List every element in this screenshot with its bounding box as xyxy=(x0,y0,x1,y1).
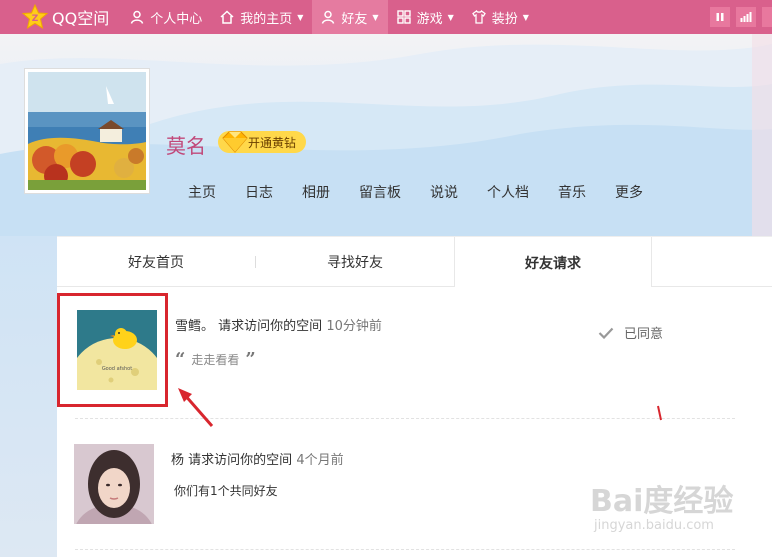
request-time: 10分钟前 xyxy=(326,319,382,334)
tab-friend-requests[interactable]: 好友请求 xyxy=(454,237,652,288)
profile-avatar[interactable] xyxy=(24,68,150,194)
request-message: “ 走走看看 ” xyxy=(175,348,256,370)
profile-navigation: 主页 日志 相册 留言板 说说 个人档 音乐 更多 xyxy=(188,182,672,202)
request-action: 请求访问你的空间 xyxy=(218,319,323,334)
request-status: 已同意 xyxy=(598,323,663,342)
stats-button[interactable] xyxy=(736,7,756,27)
qzone-star-icon: Z xyxy=(22,4,48,30)
grid-icon xyxy=(396,10,411,24)
request-action: 请求访问你的空间 xyxy=(188,453,293,468)
yellow-diamond-icon xyxy=(222,131,248,153)
tab-find-friends[interactable]: 寻找好友 xyxy=(256,237,454,287)
tab-label: 好友请求 xyxy=(525,255,581,272)
nav-label: 我的主页 xyxy=(240,11,293,27)
row-divider xyxy=(75,418,735,419)
nav-personal-center[interactable]: 个人中心 xyxy=(121,0,211,34)
requester-name[interactable]: 雪鳕。 xyxy=(175,319,214,334)
svg-text:Z: Z xyxy=(32,14,39,24)
mutual-friends-text: 你们有1个共同好友 xyxy=(174,484,278,498)
profile-nav-album[interactable]: 相册 xyxy=(302,182,330,202)
profile-nav-music[interactable]: 音乐 xyxy=(558,182,586,202)
person-photo-avatar-image xyxy=(74,444,154,524)
profile-nav-shuoshuo[interactable]: 说说 xyxy=(430,182,458,202)
profile-nav-blog[interactable]: 日志 xyxy=(245,182,273,202)
person-icon xyxy=(130,10,144,24)
nav-label: 个人中心 xyxy=(150,11,203,27)
top-navigation-bar: Z QQ空间 个人中心 我的主页 ▼ 好友 ▼ 游戏 ▼ 装扮 ▼ xyxy=(0,0,772,34)
request-message-text: 走走看看 xyxy=(191,353,240,367)
avatar-painting xyxy=(28,72,146,190)
open-quote-icon: “ xyxy=(175,348,186,370)
red-arrow-annotation xyxy=(178,388,214,427)
friends-tabs: 好友首页 寻找好友 好友请求 xyxy=(57,236,772,288)
nav-friends[interactable]: 好友 ▼ xyxy=(312,0,388,34)
red-highlight-box xyxy=(57,293,168,407)
profile-username: 莫名 xyxy=(166,134,206,158)
requester-name[interactable]: 杨 xyxy=(171,453,184,468)
friends-icon xyxy=(322,10,335,24)
request-avatar[interactable] xyxy=(74,444,154,524)
pause-button[interactable] xyxy=(710,7,730,27)
close-quote-icon: ” xyxy=(245,348,256,370)
nav-label: 游戏 xyxy=(416,11,443,27)
checkmark-icon xyxy=(598,327,614,339)
nav-label: 装扮 xyxy=(491,11,518,27)
status-label: 已同意 xyxy=(624,327,664,342)
nav-dressup[interactable]: 装扮 ▼ xyxy=(463,0,538,34)
profile-nav-home[interactable]: 主页 xyxy=(188,182,216,202)
tab-label: 好友首页 xyxy=(128,255,184,271)
chevron-down-icon: ▼ xyxy=(297,12,304,22)
request-text: 杨 请求访问你的空间 4个月前 xyxy=(171,449,344,468)
pause-icon xyxy=(716,13,724,21)
more-button[interactable] xyxy=(762,7,772,27)
vip-label: 开通黄钻 xyxy=(248,135,297,150)
chevron-down-icon: ▼ xyxy=(522,12,529,22)
request-time: 4个月前 xyxy=(296,453,344,468)
left-background-strip xyxy=(0,236,57,557)
nav-label: 好友 xyxy=(341,11,368,27)
profile-nav-messageboard[interactable]: 留言板 xyxy=(359,182,401,202)
logo-text: QQ空间 xyxy=(52,9,110,28)
nav-games[interactable]: 游戏 ▼ xyxy=(388,0,463,34)
profile-banner: 莫名 开通黄钻 主页 日志 相册 留言板 说说 个人档 音乐 更多 xyxy=(0,34,772,236)
landscape-painting-image xyxy=(28,72,146,190)
tab-label: 寻找好友 xyxy=(327,255,383,271)
red-mark-annotation xyxy=(657,405,662,421)
qzone-logo[interactable]: Z QQ空间 xyxy=(0,0,121,34)
tab-friends-home[interactable]: 好友首页 xyxy=(57,237,255,287)
watermark-url: jingyan.baidu.com xyxy=(594,518,714,533)
profile-nav-more[interactable]: 更多 xyxy=(615,182,643,202)
profile-nav-personal-file[interactable]: 个人档 xyxy=(487,182,529,202)
chevron-down-icon: ▼ xyxy=(447,12,454,22)
request-text: 雪鳕。 请求访问你的空间 10分钟前 xyxy=(175,315,382,334)
watermark-brand: Bai度经验 xyxy=(590,484,734,519)
nav-my-homepage[interactable]: 我的主页 ▼ xyxy=(211,0,312,34)
shirt-icon xyxy=(471,10,486,24)
home-icon xyxy=(220,10,234,24)
topbar-tools xyxy=(710,0,772,34)
chevron-down-icon: ▼ xyxy=(372,12,379,22)
bar-chart-icon xyxy=(740,12,752,22)
baidu-jingyan-watermark: Bai度经验 jingyan.baidu.com xyxy=(590,472,770,552)
open-vip-button[interactable]: 开通黄钻 xyxy=(218,131,307,153)
